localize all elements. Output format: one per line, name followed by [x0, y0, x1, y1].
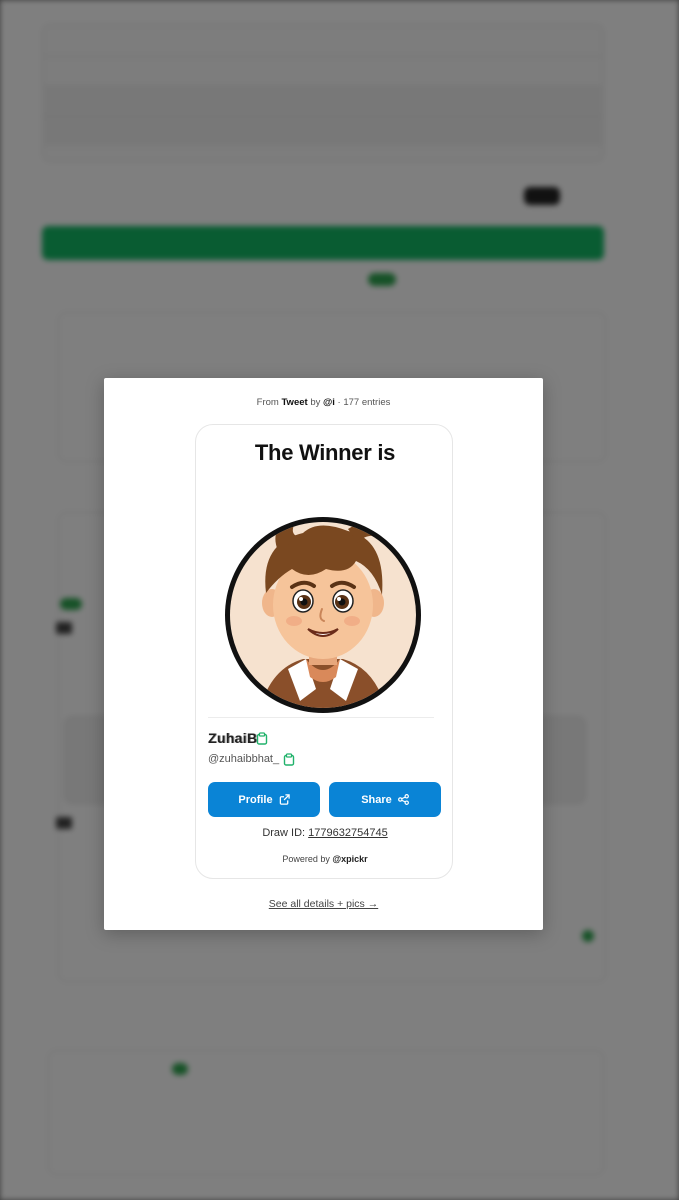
copy-icon[interactable] — [256, 732, 268, 745]
winner-modal: From Tweet by @i · 177 entries The Winne… — [104, 378, 543, 930]
powered-by-brand[interactable]: @xpickr — [332, 854, 367, 864]
share-button[interactable]: Share — [329, 782, 441, 817]
external-link-icon — [279, 794, 290, 805]
source-by: by — [310, 397, 321, 408]
entry-source-line: From Tweet by @i · 177 entries — [104, 397, 543, 408]
winner-card: The Winner is ZuhaiB @zuhaibbhat_ Profil… — [195, 424, 453, 879]
powered-by-label: Powered by — [282, 854, 330, 864]
profile-button[interactable]: Profile — [208, 782, 320, 817]
draw-id-value[interactable]: 1779632754745 — [308, 827, 388, 839]
source-type: Tweet — [281, 397, 308, 408]
winner-handle: @zuhaibbhat_ — [208, 753, 280, 765]
share-button-label: Share — [361, 793, 392, 806]
avatar-divider — [208, 717, 434, 718]
see-all-details-link[interactable]: See all details + pics → — [269, 898, 378, 910]
draw-id-label: Draw ID: — [262, 827, 306, 839]
draw-id: Draw ID: 1779632754745 — [196, 827, 454, 839]
winner-avatar — [225, 517, 421, 713]
winner-title: The Winner is — [254, 440, 396, 465]
copy-icon[interactable] — [283, 753, 295, 766]
see-all-details: See all details + pics → — [104, 898, 543, 910]
winner-name: ZuhaiB — [208, 730, 258, 746]
entries-count: · 177 entries — [337, 397, 391, 408]
share-icon — [397, 794, 409, 805]
powered-by: Powered by @xpickr — [196, 854, 454, 864]
source-prefix: From — [256, 397, 279, 408]
source-author: @i — [323, 397, 335, 408]
profile-button-label: Profile — [238, 793, 273, 806]
